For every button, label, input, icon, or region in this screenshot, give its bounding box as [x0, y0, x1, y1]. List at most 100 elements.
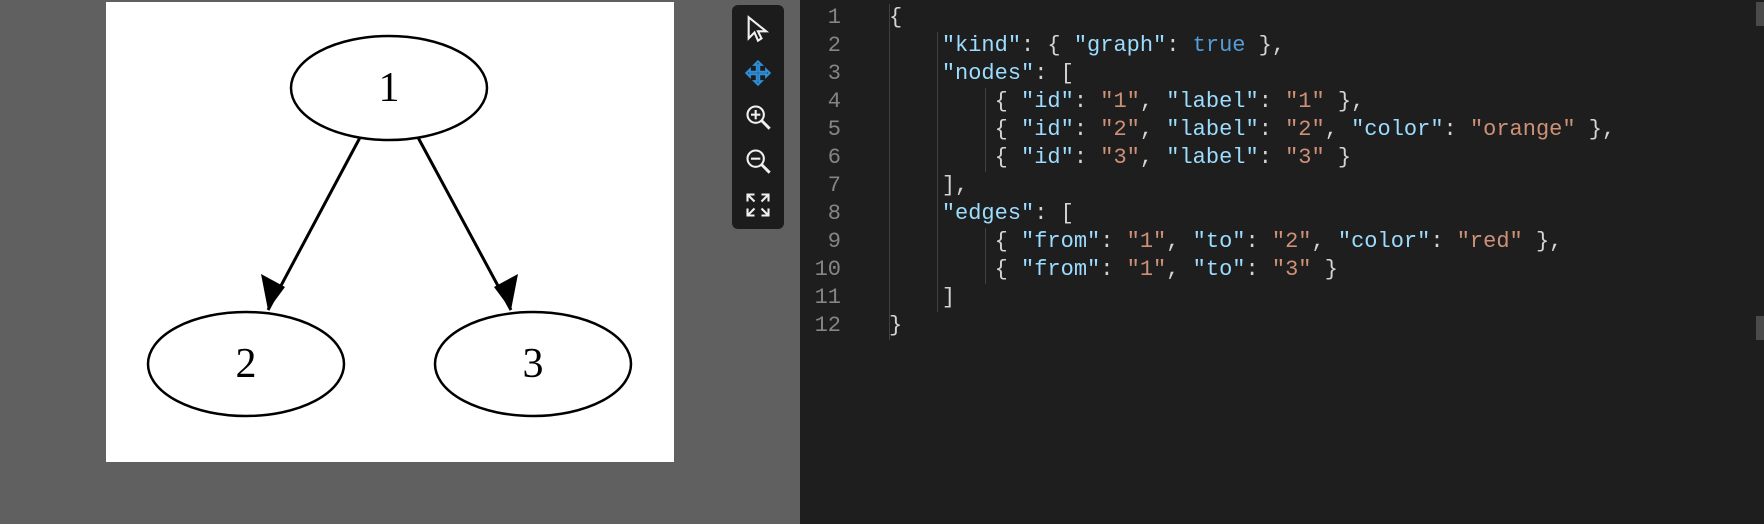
line-number: 2: [800, 32, 867, 60]
code-token: "1": [1100, 89, 1140, 114]
code-token: }: [889, 313, 902, 338]
code-token: ,: [1325, 117, 1351, 142]
arrowhead-1-2: [261, 274, 285, 310]
code-token: "color": [1351, 117, 1443, 142]
code-token: "label": [1166, 117, 1258, 142]
code-token: {: [995, 117, 1021, 142]
scroll-marker-mid[interactable]: [1756, 316, 1764, 340]
code-line[interactable]: "nodes": [: [867, 60, 1764, 88]
line-number: 3: [800, 60, 867, 88]
code-token: :: [1074, 117, 1100, 142]
code-token: ],: [942, 173, 968, 198]
code-token: :: [1259, 89, 1285, 114]
code-token: "2": [1272, 229, 1312, 254]
code-token: [889, 257, 995, 282]
line-number-gutter: 123456789101112: [800, 0, 867, 524]
node-label-3: 3: [523, 341, 544, 387]
graph-canvas[interactable]: 1 2 3: [106, 2, 674, 462]
arrowhead-1-3: [494, 274, 518, 310]
code-token: }: [1312, 257, 1338, 282]
code-line[interactable]: ]: [867, 284, 1764, 312]
code-token: "to": [1193, 257, 1246, 282]
code-token: "2": [1285, 117, 1325, 142]
code-token: :: [1259, 117, 1285, 142]
code-token: [889, 285, 942, 310]
code-token: [889, 145, 995, 170]
code-token: ,: [1166, 229, 1192, 254]
code-line[interactable]: { "id": "3", "label": "3" }: [867, 144, 1764, 172]
code-token: "color": [1338, 229, 1430, 254]
code-line[interactable]: {: [867, 4, 1764, 32]
code-line[interactable]: { "from": "1", "to": "3" }: [867, 256, 1764, 284]
line-number: 8: [800, 200, 867, 228]
scroll-marker-top[interactable]: [1756, 2, 1764, 26]
code-token: : [: [1034, 61, 1074, 86]
code-line[interactable]: "kind": { "graph": true },: [867, 32, 1764, 60]
code-line[interactable]: "edges": [: [867, 200, 1764, 228]
code-line[interactable]: ],: [867, 172, 1764, 200]
code-token: ,: [1140, 145, 1166, 170]
code-token: "3": [1100, 145, 1140, 170]
pointer-icon: [744, 15, 772, 43]
code-token: [889, 33, 942, 58]
code-token: }: [1325, 145, 1351, 170]
code-token: "2": [1100, 117, 1140, 142]
code-editor-pane: 123456789101112 { "kind": { "graph": tru…: [794, 0, 1764, 524]
move-tool[interactable]: [738, 55, 778, 91]
code-line[interactable]: }: [867, 312, 1764, 340]
code-token: "id": [1021, 117, 1074, 142]
code-token: ,: [1140, 117, 1166, 142]
code-line[interactable]: { "id": "2", "label": "2", "color": "ora…: [867, 116, 1764, 144]
code-token: {: [889, 5, 902, 30]
fit-tool[interactable]: [738, 187, 778, 223]
code-token: "edges": [942, 201, 1034, 226]
line-number: 1: [800, 4, 867, 32]
code-token: ,: [1166, 257, 1192, 282]
line-number: 9: [800, 228, 867, 256]
node-label-1: 1: [379, 65, 400, 111]
code-token: "1": [1127, 257, 1167, 282]
zoom-out-tool[interactable]: [738, 143, 778, 179]
code-token: :: [1430, 229, 1456, 254]
code-token: "graph": [1074, 33, 1166, 58]
code-token: "red": [1457, 229, 1523, 254]
edge-1-3: [414, 130, 511, 310]
code-token: "label": [1166, 145, 1258, 170]
code-token: : [: [1034, 201, 1074, 226]
code-token: },: [1523, 229, 1563, 254]
graph-svg: 1 2 3: [106, 2, 674, 462]
code-token: :: [1245, 257, 1271, 282]
code-token: :: [1245, 229, 1271, 254]
code-token: ,: [1312, 229, 1338, 254]
code-token: [889, 173, 942, 198]
code-token: [889, 61, 942, 86]
graph-toolbar: [732, 5, 784, 229]
node-label-2: 2: [236, 341, 257, 387]
code-token: :: [1100, 229, 1126, 254]
code-token: "3": [1285, 145, 1325, 170]
code-token: true: [1193, 33, 1246, 58]
code-token: "kind": [942, 33, 1021, 58]
code-token: :: [1100, 257, 1126, 282]
line-number: 11: [800, 284, 867, 312]
code-token: :: [1259, 145, 1285, 170]
code-token: "id": [1021, 145, 1074, 170]
zoom-in-tool[interactable]: [738, 99, 778, 135]
move-icon: [744, 59, 772, 87]
code-token: "to": [1193, 229, 1246, 254]
code-token: "id": [1021, 89, 1074, 114]
line-number: 7: [800, 172, 867, 200]
code-token: :: [1074, 89, 1100, 114]
code-token: ]: [942, 285, 955, 310]
code-line[interactable]: { "from": "1", "to": "2", "color": "red"…: [867, 228, 1764, 256]
code-token: "nodes": [942, 61, 1034, 86]
code-token: "from": [1021, 257, 1100, 282]
pointer-tool[interactable]: [738, 11, 778, 47]
code-token: : {: [1021, 33, 1074, 58]
code-token: },: [1245, 33, 1285, 58]
code-token: :: [1444, 117, 1470, 142]
code-line[interactable]: { "id": "1", "label": "1" },: [867, 88, 1764, 116]
code-token: [889, 201, 942, 226]
code-area[interactable]: { "kind": { "graph": true }, "nodes": [ …: [867, 0, 1764, 524]
code-token: "1": [1127, 229, 1167, 254]
